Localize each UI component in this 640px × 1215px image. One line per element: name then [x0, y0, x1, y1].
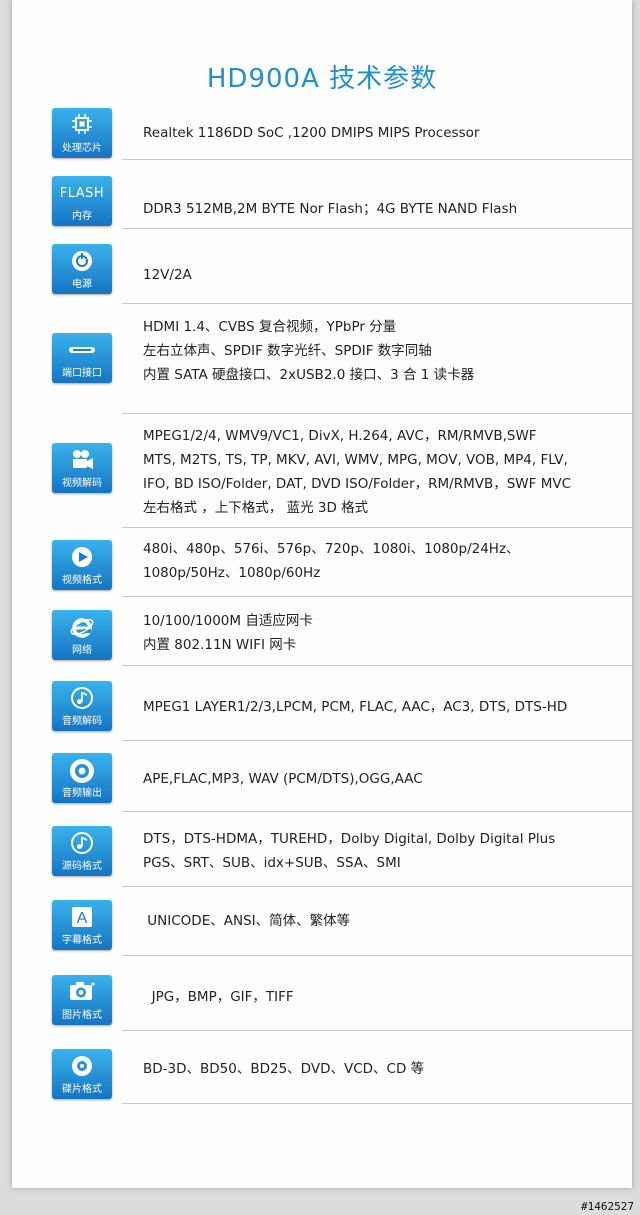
spec-line: MPEG1/2/4, WMV9/VC1, DivX, H.264, AVC，RM… — [143, 428, 537, 444]
spec-text: HDMI 1.4、CVBS 复合视频，YPbPr 分量 左右立体声、SPDIF … — [143, 315, 624, 387]
watermark: #1462527 — [581, 1200, 634, 1213]
port-icon: 端口接口 — [52, 333, 112, 383]
divider — [122, 740, 632, 741]
spec-line: 内置 SATA 硬盘接口、2xUSB2.0 接口、3 合 1 读卡器 — [143, 367, 475, 383]
spec-text: MPEG1/2/4, WMV9/VC1, DivX, H.264, AVC，RM… — [143, 424, 624, 520]
spec-line: 480i、480p、576i、576p、720p、1080i、1080p/24H… — [143, 541, 520, 557]
icon-label: 音频解码 — [62, 716, 102, 727]
divider — [122, 527, 632, 528]
icon-label: 网络 — [72, 645, 92, 656]
divider — [122, 303, 632, 304]
spec-line: DDR3 512MB,2M BYTE Nor Flash；4G BYTE NAN… — [143, 201, 518, 217]
spec-line: Realtek 1186DD SoC ,1200 DMIPS MIPS Proc… — [143, 125, 480, 141]
icon-label: 处理芯片 — [62, 143, 102, 154]
spec-text: 480i、480p、576i、576p、720p、1080i、1080p/24H… — [143, 537, 624, 585]
spec-line: 左右格式 ，上下格式， 蓝光 3D 格式 — [143, 500, 369, 516]
icon-label: 视频格式 — [62, 575, 102, 586]
icon-label: 视频解码 — [62, 478, 102, 489]
divider — [122, 955, 632, 956]
page-title: HD900A 技术参数 — [206, 64, 438, 94]
spec-line: 左右立体声、SPDIF 数字光纤、SPDIF 数字同轴 — [143, 343, 432, 359]
spec-line: MPEG1 LAYER1/2/3,LPCM, PCM, FLAC, AAC，AC… — [143, 699, 568, 715]
divider — [122, 886, 632, 887]
spec-line: PGS、SRT、SUB、idx+SUB、SSA、SMI — [143, 855, 401, 871]
divider — [122, 413, 632, 414]
camera-icon: 图片格式 — [52, 975, 112, 1025]
spec-line: HDMI 1.4、CVBS 复合视频，YPbPr 分量 — [143, 319, 397, 335]
spec-text: DTS，DTS-HDMA，TUREHD，Dolby Digital, Dolby… — [143, 827, 624, 875]
icon-label: 图片格式 — [62, 1010, 102, 1021]
divider — [122, 596, 632, 597]
spec-sheet: HD900A 技术参数 处理芯片 Realtek 1186DD SoC ,120… — [12, 0, 632, 1188]
spec-line: 1080p/50Hz、1080p/60Hz — [143, 565, 321, 581]
divider — [122, 665, 632, 666]
icon-label-top: FLASH — [59, 186, 105, 201]
icon-label: 源码格式 — [62, 861, 102, 872]
divider — [122, 1030, 632, 1031]
flash-icon: FLASH 内存 — [52, 176, 112, 226]
internet-explorer-icon: 网络 — [52, 610, 112, 660]
spec-text: APE,FLAC,MP3, WAV (PCM/DTS),OGG,AAC — [143, 767, 624, 791]
spec-text: 10/100/1000M 自适应网卡 内置 802.11N WIFI 网卡 — [143, 609, 624, 657]
spec-line: IFO, BD ISO/Folder, DAT, DVD ISO/Folder，… — [143, 476, 572, 492]
music-note-icon: 源码格式 — [52, 826, 112, 876]
chip-icon: 处理芯片 — [52, 108, 112, 158]
spec-text: JPG，BMP，GIF，TIFF — [143, 985, 624, 1009]
spec-text: 12V/2A — [143, 263, 624, 287]
spec-line: JPG，BMP，GIF，TIFF — [143, 989, 294, 1005]
spec-line: UNICODE、ANSI、简体、繁体等 — [143, 913, 351, 929]
disc-icon: 碟片格式 — [52, 1049, 112, 1099]
icon-label: 字幕格式 — [62, 935, 102, 946]
speaker-icon: 音频输出 — [52, 753, 112, 803]
spec-line: 12V/2A — [143, 267, 192, 283]
spec-line: 内置 802.11N WIFI 网卡 — [143, 637, 297, 653]
spec-line: BD-3D、BD50、BD25、DVD、VCD、CD 等 — [143, 1061, 425, 1077]
icon-label: 碟片格式 — [62, 1084, 102, 1095]
spec-text: DDR3 512MB,2M BYTE Nor Flash；4G BYTE NAN… — [143, 197, 624, 221]
icon-label: 音频输出 — [62, 788, 102, 799]
icon-label: 电源 — [72, 279, 92, 290]
music-note-icon: 音频解码 — [52, 681, 112, 731]
divider — [122, 159, 632, 160]
spec-line: MTS, M2TS, TS, TP, MKV, AVI, WMV, MPG, M… — [143, 452, 568, 468]
svg-text:A: A — [77, 910, 88, 927]
letter-a-icon: A 字幕格式 — [52, 900, 112, 950]
icon-label: 端口接口 — [62, 368, 102, 379]
divider — [122, 1103, 632, 1104]
spec-text: BD-3D、BD50、BD25、DVD、VCD、CD 等 — [143, 1057, 624, 1081]
play-icon: 视频格式 — [52, 540, 112, 590]
icon-label: 内存 — [72, 211, 92, 222]
divider — [122, 228, 632, 229]
spec-line: APE,FLAC,MP3, WAV (PCM/DTS),OGG,AAC — [143, 771, 423, 787]
video-camera-icon: 视频解码 — [52, 443, 112, 493]
spec-text: Realtek 1186DD SoC ,1200 DMIPS MIPS Proc… — [143, 121, 624, 145]
spec-text: MPEG1 LAYER1/2/3,LPCM, PCM, FLAC, AAC，AC… — [143, 695, 624, 719]
spec-line: 10/100/1000M 自适应网卡 — [143, 613, 313, 629]
spec-text: UNICODE、ANSI、简体、繁体等 — [143, 909, 624, 933]
spec-line: DTS，DTS-HDMA，TUREHD，Dolby Digital, Dolby… — [143, 831, 556, 847]
divider — [122, 811, 632, 812]
power-icon: 电源 — [52, 244, 112, 294]
